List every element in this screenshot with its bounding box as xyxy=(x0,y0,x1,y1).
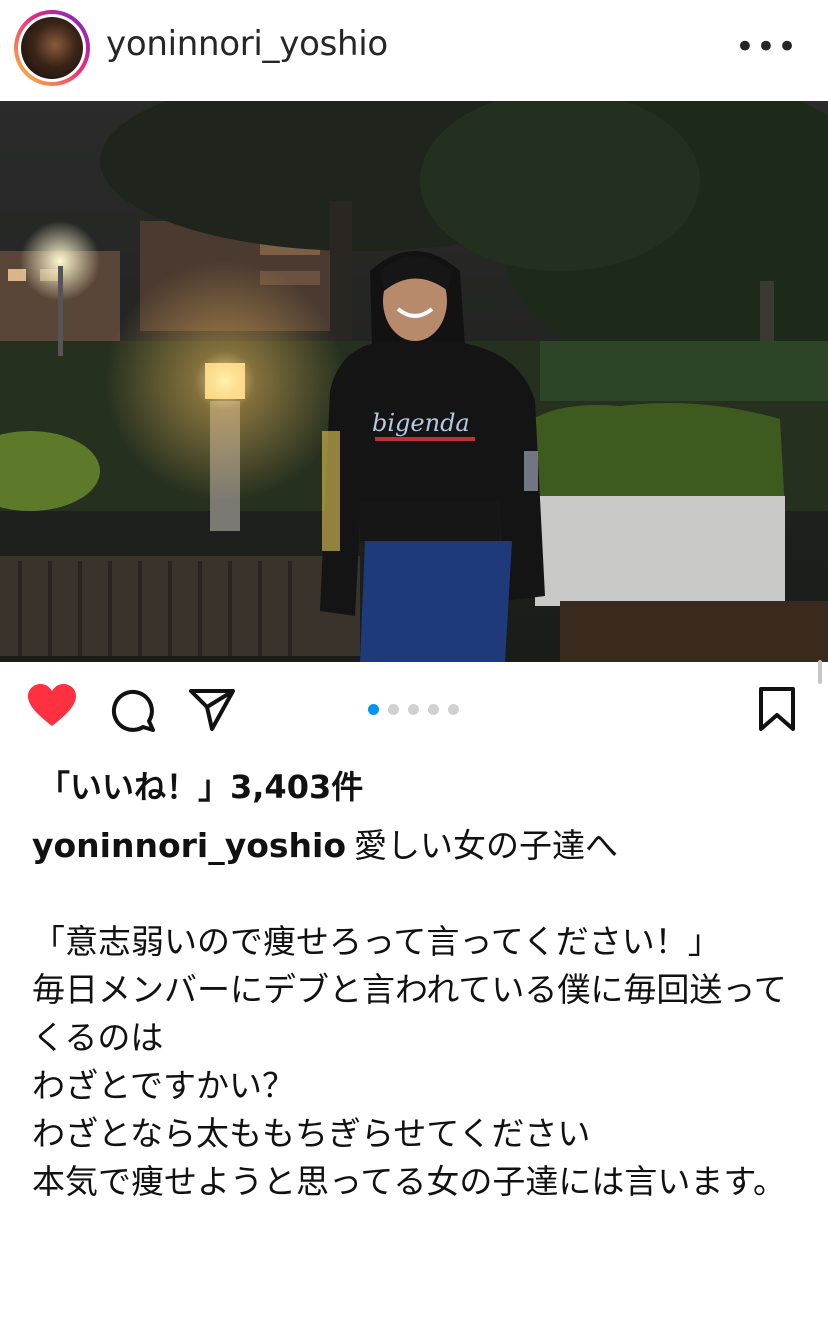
comment-icon[interactable] xyxy=(110,688,156,732)
avatar[interactable] xyxy=(14,10,90,86)
post-header: yoninnori_yoshio ••• xyxy=(0,0,828,100)
night-park-photo: bigenda xyxy=(0,101,828,662)
carousel-dot xyxy=(428,704,439,715)
bookmark-icon[interactable] xyxy=(758,686,796,732)
post-username[interactable]: yoninnori_yoshio xyxy=(106,24,388,64)
carousel-dot xyxy=(408,704,419,715)
post-photo[interactable]: bigenda xyxy=(0,101,828,662)
hoodie-print: bigenda xyxy=(372,409,470,437)
likes-count[interactable]: 「いいね！」3,403件 xyxy=(38,762,363,808)
carousel-dot xyxy=(388,704,399,715)
heart-icon[interactable] xyxy=(28,684,76,728)
post-caption: yoninnori_yoshio 愛しい女の子達へ 「意志弱いので痩せろって言って… xyxy=(32,822,792,1206)
scrollbar[interactable] xyxy=(818,660,822,684)
share-icon[interactable] xyxy=(188,688,236,732)
carousel-dot xyxy=(448,704,459,715)
caption-text: 愛しい女の子達へ 「意志弱いので痩せろって言ってください！」 毎日メンバーにデブ… xyxy=(32,826,787,1201)
carousel-dot xyxy=(368,704,379,715)
caption-username[interactable]: yoninnori_yoshio xyxy=(32,826,346,865)
more-icon[interactable]: ••• xyxy=(735,30,798,64)
